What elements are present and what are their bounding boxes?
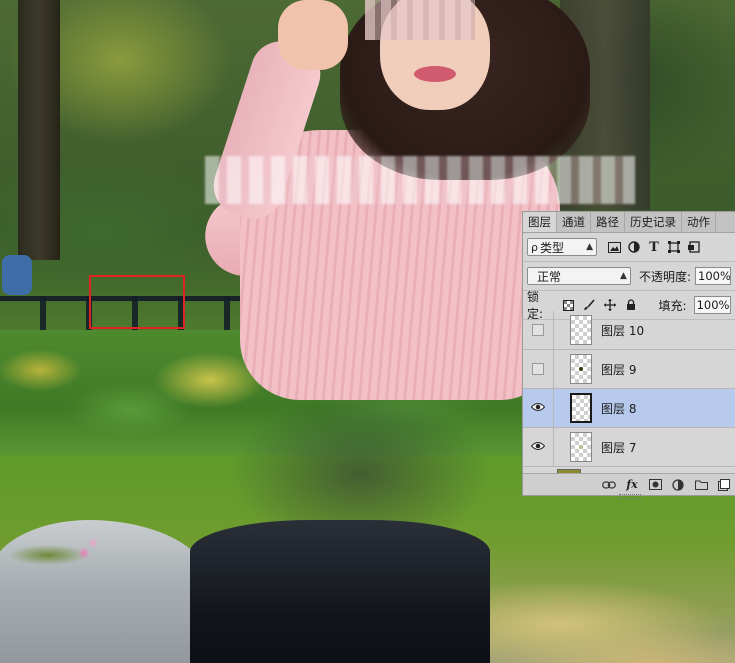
layer-row-9[interactable]: 图层 9 (523, 350, 735, 389)
mask-icon[interactable] (648, 478, 662, 492)
lock-position-icon[interactable] (603, 298, 617, 312)
filter-icons: T (607, 240, 701, 255)
visibility-toggle[interactable] (523, 389, 554, 427)
fx-icon[interactable]: fx (625, 478, 639, 492)
opacity-label: 不透明度: (638, 269, 692, 284)
hand (278, 0, 348, 70)
tree-trunk (18, 0, 60, 260)
lock-pixels-icon[interactable] (582, 298, 596, 312)
panel-resize-grip[interactable] (619, 494, 641, 499)
tab-actions[interactable]: 动作 (682, 212, 716, 232)
layer-row-7[interactable]: 图层 7 (523, 428, 735, 467)
layer-thumbnail (570, 393, 592, 423)
layer-filter-select[interactable]: ρ 类型 ▲︎ (527, 238, 597, 256)
image-filter-icon[interactable] (607, 240, 621, 254)
text-filter-icon[interactable]: T (647, 240, 661, 255)
layer-thumbnail (570, 354, 592, 384)
blend-mode-value: 正常 (537, 269, 562, 284)
tab-paths[interactable]: 路径 (591, 212, 625, 232)
smart-object-filter-icon[interactable] (687, 240, 701, 254)
background-person (2, 255, 32, 295)
filter-type-label: 类型 (539, 240, 564, 255)
visibility-toggle[interactable] (523, 311, 554, 349)
layers-bottom-bar: fx (523, 473, 735, 499)
visibility-off-box (532, 324, 544, 336)
layer-name: 图层 9 (601, 362, 637, 377)
layer-row-8[interactable]: 图层 8 (523, 389, 735, 428)
thumbnail-content (579, 445, 583, 449)
opacity-input[interactable]: 100% (695, 267, 731, 285)
layer-name: 图层 7 (601, 440, 637, 455)
lock-all-icon[interactable] (624, 298, 638, 312)
black-skirt (190, 520, 490, 663)
blend-mode-select[interactable]: 正常 ▲︎ (527, 267, 631, 285)
blend-row: 正常 ▲︎ 不透明度: 100% (523, 262, 735, 291)
shape-filter-icon[interactable] (667, 240, 681, 254)
visibility-toggle[interactable] (523, 350, 554, 388)
tab-channels[interactable]: 通道 (557, 212, 591, 232)
folder-icon[interactable] (694, 478, 708, 492)
visibility-toggle[interactable] (523, 428, 554, 466)
adjustment-icon[interactable] (671, 478, 685, 492)
thumbnail-content (579, 367, 583, 371)
smile (414, 66, 456, 82)
mosaic-blur (205, 156, 635, 204)
flowers (8, 535, 108, 565)
adjustment-filter-icon[interactable] (627, 240, 641, 254)
eye-icon (530, 440, 546, 454)
new-layer-icon[interactable] (717, 478, 731, 492)
search-icon: ρ (531, 240, 538, 254)
marquee-selection[interactable] (89, 275, 185, 329)
layer-list: 图层 10 图层 9 图层 8 图层 7 (523, 311, 735, 479)
layers-panel: 图层 通道 路径 历史记录 动作 ρ 类型 ▲︎ T 正常 ▲︎ 不透明度: 1… (522, 211, 735, 499)
layer-name: 图层 8 (601, 401, 637, 416)
lock-transparent-icon[interactable] (562, 298, 576, 312)
mosaic-blur (365, 0, 475, 40)
dropdown-arrow-icon: ▲︎ (620, 271, 627, 281)
eye-icon (530, 401, 546, 415)
layer-thumbnail (570, 432, 592, 462)
layer-thumbnail (570, 315, 592, 345)
dropdown-arrow-icon: ▲︎ (586, 242, 593, 252)
layer-row-10[interactable]: 图层 10 (523, 311, 735, 350)
link-icon[interactable] (602, 478, 616, 492)
tab-layers[interactable]: 图层 (523, 212, 557, 232)
layer-name: 图层 10 (601, 323, 645, 338)
panel-tabs: 图层 通道 路径 历史记录 动作 (523, 212, 735, 233)
masked-area (230, 390, 490, 530)
filter-row: ρ 类型 ▲︎ T (523, 233, 735, 262)
visibility-off-box (532, 363, 544, 375)
tab-history[interactable]: 历史记录 (625, 212, 682, 232)
